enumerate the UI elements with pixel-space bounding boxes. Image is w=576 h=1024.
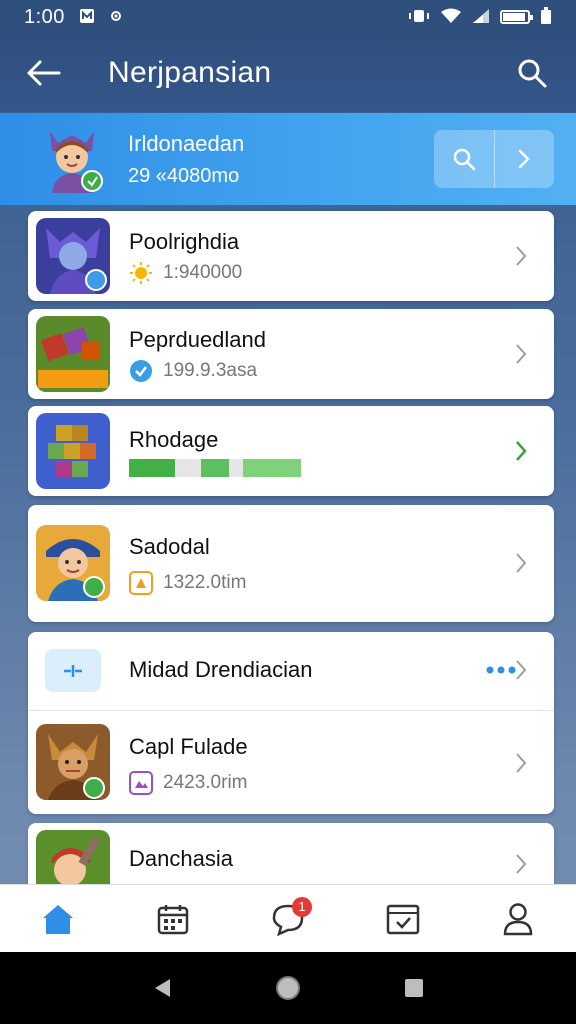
home-icon	[42, 904, 73, 934]
vibrate-icon	[408, 9, 430, 26]
chevron-right-icon	[516, 344, 527, 364]
media-icon	[129, 771, 153, 795]
more-dots-icon[interactable]	[486, 666, 516, 674]
game-icon	[36, 413, 110, 489]
status-time: 1:00	[24, 5, 65, 28]
chevron-right-icon	[519, 149, 531, 169]
item-meta-text: 1322.0tim	[163, 572, 247, 593]
system-nav-bar	[0, 952, 576, 1024]
badge-icon	[129, 359, 153, 383]
system-recents-icon[interactable]	[404, 978, 424, 998]
chevron-right-icon	[516, 553, 527, 573]
game-icon	[36, 525, 110, 601]
item-title: Midad Drendiacian	[129, 657, 313, 682]
search-icon	[518, 59, 547, 88]
list-item[interactable]: Poolrighdia 1:940000	[28, 211, 554, 301]
nav-calendar[interactable]	[143, 889, 203, 949]
item-title: Rhodage	[129, 427, 219, 452]
back-button[interactable]	[22, 51, 66, 95]
expand-icon	[45, 649, 101, 692]
chevron-right-icon	[516, 660, 527, 680]
list-item[interactable]: Midad Drendiacian	[28, 632, 554, 710]
calendar-icon	[157, 904, 189, 934]
profile-name: Irldonaedan	[128, 130, 245, 156]
sun-icon	[129, 261, 153, 285]
progress-bar	[129, 459, 301, 477]
nav-chat[interactable]: 1	[258, 889, 318, 949]
system-home-icon[interactable]	[275, 975, 301, 1001]
wifi-icon	[440, 8, 462, 27]
notification-icon	[79, 8, 95, 27]
checklist-icon	[386, 904, 420, 934]
item-meta-text: 199.9.3asa	[163, 360, 258, 381]
app-bar: Nerjpansian	[0, 34, 576, 112]
item-title: Poolrighdia	[129, 229, 240, 254]
profile-banner[interactable]: Irldonaedan 29 «4080mo	[0, 113, 576, 205]
avatar	[40, 123, 104, 195]
item-meta: 2423.0rim	[129, 771, 248, 795]
search-icon	[453, 148, 475, 171]
status-bar: 1:00	[0, 0, 576, 34]
battery-saver-icon	[540, 6, 552, 28]
chevron-right-icon	[516, 854, 527, 874]
list-group: Midad Drendiacian Capl Fulade 2423.0rim	[28, 632, 554, 814]
system-back-icon[interactable]	[152, 977, 172, 999]
page-title: Nerjpansian	[108, 56, 272, 89]
banner-actions	[434, 130, 554, 188]
search-button[interactable]	[510, 51, 554, 95]
nav-tasks[interactable]	[373, 889, 433, 949]
profile-icon	[504, 902, 533, 935]
back-arrow-icon	[27, 60, 61, 86]
profile-subtitle: 29 «4080mo	[128, 164, 240, 187]
item-meta-text: 1:940000	[163, 262, 243, 283]
trophy-icon	[129, 571, 153, 595]
item-meta: 1322.0tim	[129, 571, 246, 595]
nav-home[interactable]	[28, 889, 88, 949]
settings-status-icon	[109, 9, 123, 26]
game-icon	[36, 724, 110, 800]
chevron-right-icon	[516, 441, 527, 461]
signal-icon	[472, 8, 490, 27]
chevron-right-icon	[516, 246, 527, 266]
chevron-right-icon	[516, 753, 527, 773]
game-icon	[36, 218, 110, 294]
chat-badge: 1	[291, 896, 312, 917]
list-item[interactable]: Rhodage	[28, 406, 554, 496]
battery-icon	[500, 10, 533, 24]
list-item[interactable]: Sadodal 1322.0tim	[28, 505, 554, 622]
banner-search-button[interactable]	[434, 130, 494, 188]
item-title: Sadodal	[129, 534, 210, 559]
item-meta-text: 2423.0rim	[163, 772, 248, 793]
list-item[interactable]: Capl Fulade 2423.0rim	[28, 711, 554, 814]
bottom-nav: 1	[0, 884, 576, 952]
item-title: Peprduedland	[129, 327, 267, 352]
nav-profile[interactable]	[488, 889, 548, 949]
banner-next-button[interactable]	[495, 130, 555, 188]
item-meta: 199.9.3asa	[129, 359, 257, 383]
item-title: Capl Fulade	[129, 734, 248, 759]
list-item[interactable]: Peprduedland 199.9.3asa	[28, 309, 554, 399]
item-title: Danchasia	[129, 846, 233, 871]
game-icon	[36, 316, 110, 392]
item-meta: 1:940000	[129, 261, 242, 285]
